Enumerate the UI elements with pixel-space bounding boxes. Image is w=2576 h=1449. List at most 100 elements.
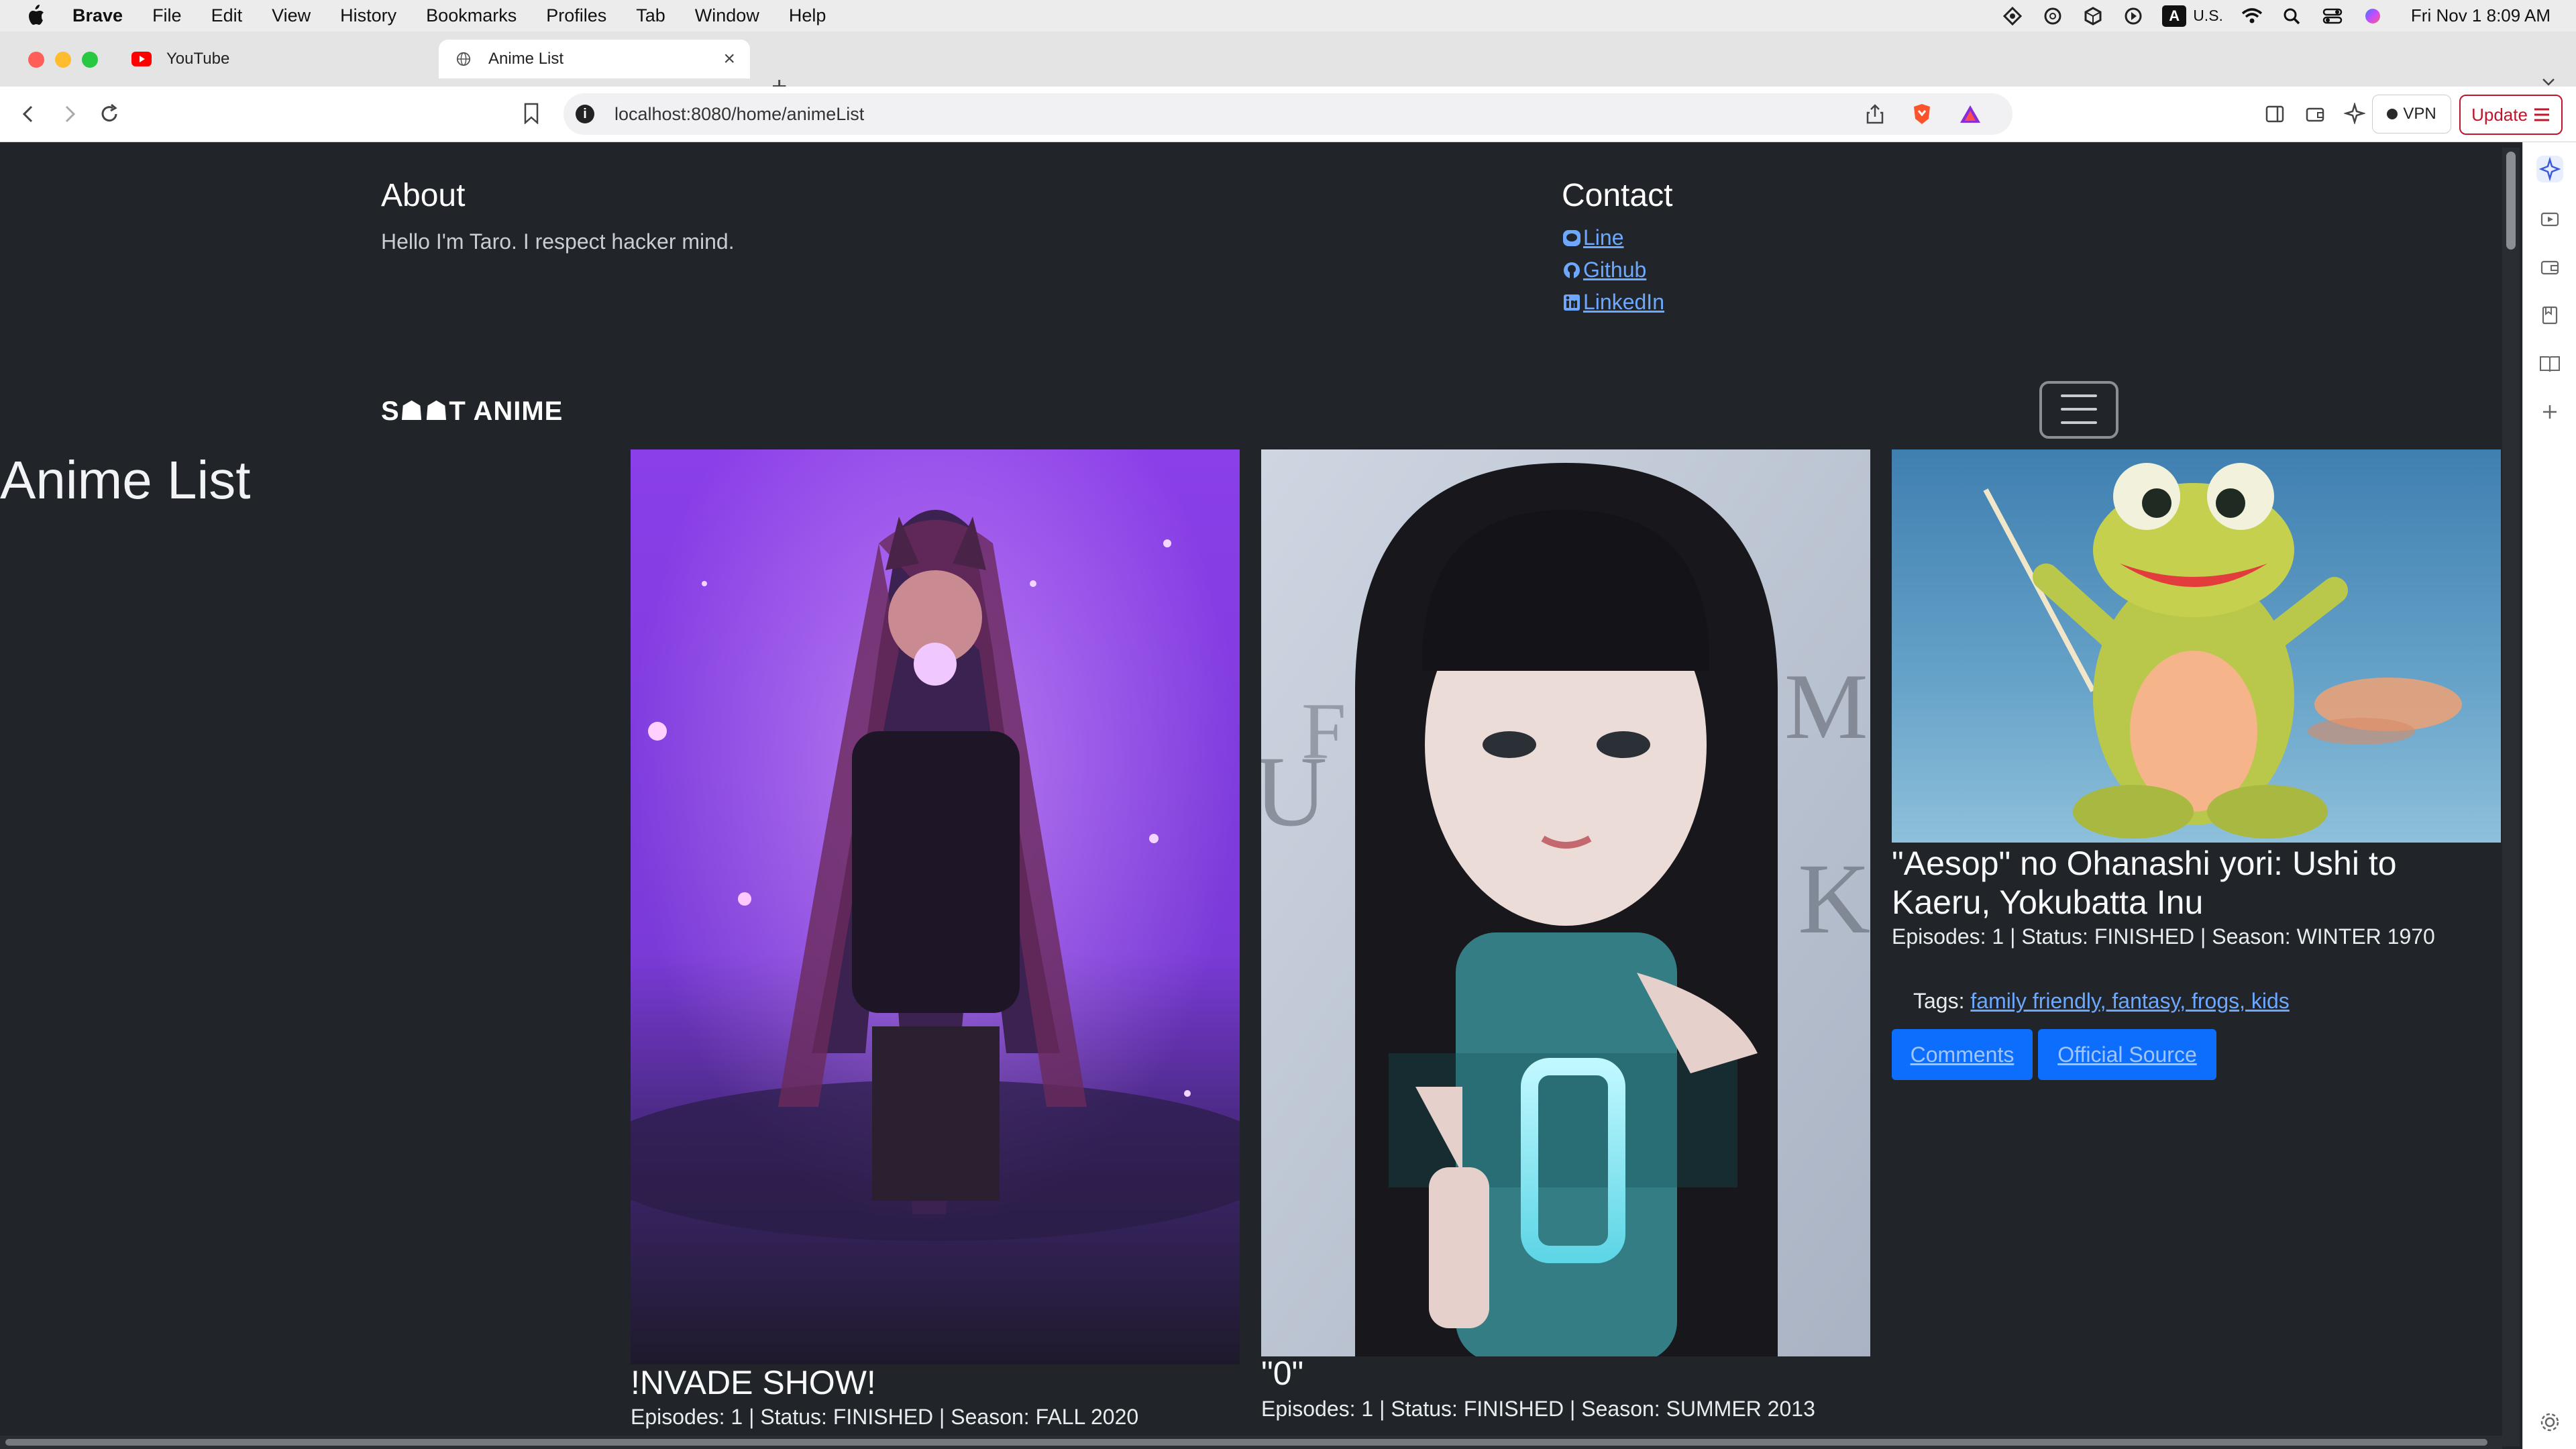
bookmark-icon[interactable] — [523, 103, 539, 124]
back-icon[interactable] — [19, 104, 39, 124]
status-extension-icon[interactable] — [2001, 6, 2024, 26]
share-icon[interactable] — [1865, 104, 1885, 124]
contact-heading: Contact — [1562, 178, 1673, 213]
invade-show-cover-art — [631, 449, 1240, 1364]
wallet-sidebar-icon[interactable] — [2536, 254, 2563, 280]
anime-meta: Episodes: 1 | Status: FINISHED | Season:… — [631, 1405, 1139, 1429]
contact-link-linkedin[interactable]: LinkedIn — [1562, 290, 1664, 315]
anime-title: "Aesop" no Ohanashi yori: Ushi to Kaeru,… — [1892, 845, 2397, 921]
minimize-window-button[interactable] — [55, 52, 71, 68]
svg-text:M: M — [1784, 655, 1868, 759]
browser-sidebar — [2522, 142, 2576, 1449]
web-page: About Hello I'm Taro. I respect hacker m… — [0, 142, 2522, 1449]
add-sidebar-item-icon[interactable] — [2536, 398, 2563, 425]
browser-tab-strip: YouTube Anime List × + — [0, 32, 2576, 101]
scrollbar-thumb[interactable] — [2506, 152, 2516, 250]
siri-icon[interactable] — [2361, 6, 2384, 26]
settings-gear-icon[interactable] — [2536, 1409, 2563, 1436]
leo-ai-icon[interactable] — [2344, 103, 2365, 124]
address-bar[interactable]: i localhost:8080/home/animeList — [564, 93, 2012, 135]
input-source-letter: A — [2162, 5, 2187, 27]
svg-text:F: F — [1301, 686, 1346, 775]
about-heading: About — [381, 178, 466, 213]
media-sidebar-icon[interactable] — [2536, 205, 2563, 232]
contact-link-line[interactable]: Line — [1562, 225, 1624, 250]
url-text[interactable]: localhost:8080/home/animeList — [614, 104, 864, 125]
github-icon — [1564, 262, 1580, 278]
navbar-brand[interactable]: S☗☗T ANIME — [381, 396, 563, 427]
reload-icon[interactable] — [98, 103, 121, 125]
reading-list-sidebar-icon[interactable] — [2536, 350, 2563, 377]
menu-history[interactable]: History — [340, 5, 396, 26]
anime-meta: Episodes: 1 | Status: FINISHED | Season:… — [1261, 1397, 1815, 1421]
scrollbar-thumb[interactable] — [5, 1439, 2487, 1446]
tags-link[interactable]: family friendly, fantasy, frogs, kids — [1970, 989, 2289, 1013]
menu-tab[interactable]: Tab — [636, 5, 665, 26]
wallet-icon[interactable] — [2305, 104, 2325, 124]
brave-shields-icon[interactable] — [1912, 103, 1932, 125]
vpn-button[interactable]: VPN — [2372, 95, 2451, 133]
box-icon[interactable] — [2082, 6, 2104, 26]
anime-meta: Episodes: 1 | Status: FINISHED | Season:… — [1892, 924, 2435, 949]
hamburger-line — [2061, 408, 2097, 411]
zoom-window-button[interactable] — [82, 52, 98, 68]
anime-title: !NVADE SHOW! — [631, 1364, 876, 1401]
tab-title: Anime List — [488, 50, 564, 68]
input-source-indicator[interactable]: A U.S. — [2162, 5, 2223, 27]
anime-tags: Tags: family friendly, fantasy, frogs, k… — [1913, 989, 2501, 1014]
browser-toolbar: i localhost:8080/home/animeList VPN Upda… — [0, 87, 2576, 142]
page-title: Anime List — [0, 450, 251, 510]
menu-help[interactable]: Help — [789, 5, 826, 26]
sidebar-toggle-icon[interactable] — [2265, 104, 2285, 124]
apple-logo-icon[interactable] — [25, 4, 46, 27]
brave-rewards-icon[interactable] — [1959, 104, 1982, 124]
comments-button[interactable]: Comments — [1892, 1029, 2033, 1080]
anime-cover-image[interactable]: U F M K — [1261, 449, 1870, 1356]
menu-profiles[interactable]: Profiles — [546, 5, 606, 26]
hamburger-line — [2061, 421, 2097, 424]
wifi-icon[interactable] — [2241, 6, 2263, 26]
zero-cover-art: U F M K — [1261, 449, 1870, 1356]
update-label: Update — [2471, 104, 2528, 125]
menu-bookmarks[interactable]: Bookmarks — [426, 5, 517, 26]
close-window-button[interactable] — [28, 52, 44, 68]
bookmarks-sidebar-icon[interactable] — [2536, 302, 2563, 329]
control-center-icon[interactable] — [2321, 6, 2344, 26]
menu-file[interactable]: File — [152, 5, 182, 26]
tab-title: YouTube — [166, 50, 230, 68]
spotlight-search-icon[interactable] — [2281, 6, 2304, 26]
hamburger-line — [2061, 394, 2097, 397]
contact-link-label: LinkedIn — [1583, 290, 1664, 314]
anime-cover-image[interactable] — [631, 449, 1240, 1364]
menu-bar-clock[interactable]: Fri Nov 1 8:09 AM — [2411, 5, 2551, 26]
vertical-scrollbar[interactable] — [2502, 148, 2520, 1446]
input-source-label: U.S. — [2193, 7, 2223, 24]
navbar-toggler-button[interactable] — [2039, 381, 2118, 439]
play-circle-icon[interactable] — [2122, 6, 2145, 26]
macos-menu-bar: Brave File Edit View History Bookmarks P… — [0, 0, 2576, 32]
aesop-frog-cover-art — [1892, 449, 2501, 843]
close-tab-icon[interactable]: × — [723, 48, 735, 70]
menu-app-name[interactable]: Brave — [72, 5, 123, 26]
contact-link-github[interactable]: Github — [1562, 258, 1646, 282]
update-button[interactable]: Update — [2459, 95, 2563, 135]
menu-edit[interactable]: Edit — [211, 5, 243, 26]
forward-icon[interactable] — [59, 104, 79, 124]
vpn-label: VPN — [2403, 105, 2436, 123]
line-icon — [1563, 229, 1580, 246]
tags-label: Tags: — [1913, 989, 1965, 1013]
youtube-icon — [131, 52, 152, 66]
menu-view[interactable]: View — [272, 5, 311, 26]
horizontal-scrollbar[interactable] — [0, 1436, 2502, 1449]
official-source-button[interactable]: Official Source — [2038, 1029, 2216, 1080]
openai-icon[interactable] — [2041, 6, 2064, 26]
site-info-icon[interactable]: i — [576, 105, 594, 123]
tab-anime-list[interactable]: Anime List × — [439, 40, 750, 78]
tab-youtube[interactable]: YouTube — [131, 40, 427, 78]
linkedin-icon — [1564, 294, 1580, 311]
svg-text:K: K — [1798, 843, 1870, 955]
anime-cover-image[interactable] — [1892, 449, 2501, 843]
leo-ai-sidebar-icon[interactable] — [2536, 156, 2563, 182]
menu-window[interactable]: Window — [695, 5, 759, 26]
vpn-status-icon — [2387, 109, 2398, 119]
